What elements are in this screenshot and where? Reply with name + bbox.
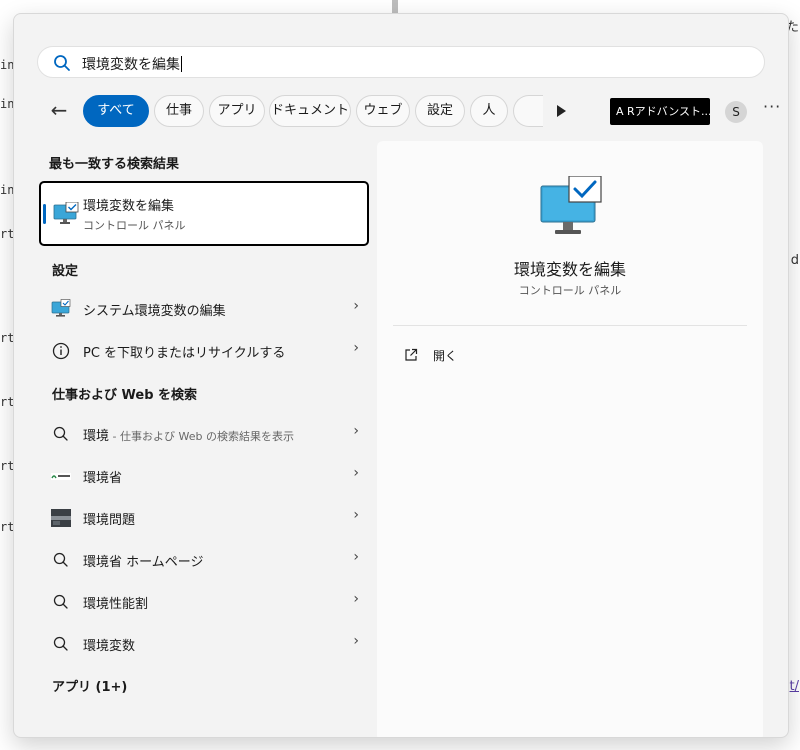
list-item[interactable]: 環境問題 › bbox=[39, 498, 369, 536]
filter-bar: ← すべて 仕事 アプリ ドキュメント ウェブ 設定 人 A Rアドバンスト..… bbox=[43, 95, 783, 127]
chevron-right-icon[interactable]: › bbox=[353, 549, 359, 565]
back-arrow-icon[interactable]: ← bbox=[43, 95, 75, 127]
chevron-right-icon[interactable]: › bbox=[353, 423, 359, 439]
search-box[interactable]: 環境変数を編集 bbox=[37, 46, 765, 78]
web-search-heading: 仕事および Web を検索 bbox=[52, 388, 198, 403]
apps-heading: アプリ (1+) bbox=[52, 680, 128, 695]
preview-pane: 環境変数を編集 コントロール パネル 開く bbox=[377, 141, 763, 737]
search-icon bbox=[53, 552, 68, 567]
tab-documents[interactable]: ドキュメント bbox=[269, 95, 351, 127]
preview-title: 環境変数を編集 bbox=[513, 260, 626, 279]
tab-settings[interactable]: 設定 bbox=[415, 95, 465, 127]
list-item[interactable]: 環境省 › bbox=[39, 456, 369, 494]
best-match-result[interactable]: 環境変数を編集 コントロール パネル bbox=[39, 181, 369, 246]
avatar[interactable]: S bbox=[725, 101, 747, 123]
list-item-label: 環境性能割 bbox=[83, 597, 149, 612]
preview-subtitle: コントロール パネル bbox=[518, 284, 622, 297]
open-label: 開く bbox=[433, 349, 458, 363]
list-item[interactable]: 環境変数 › bbox=[39, 624, 369, 662]
thumbnail-icon bbox=[51, 509, 71, 527]
list-item-label: PC を下取りまたはリサイクルする bbox=[83, 346, 286, 361]
tab-apps[interactable]: アプリ bbox=[209, 95, 265, 127]
best-match-title: 環境変数を編集 bbox=[83, 199, 175, 214]
tab-people[interactable]: 人 bbox=[470, 95, 508, 127]
list-item-label: 環境問題 bbox=[83, 513, 136, 528]
settings-heading: 設定 bbox=[52, 264, 79, 279]
tab-web[interactable]: ウェブ bbox=[356, 95, 410, 127]
control-panel-monitor-icon bbox=[540, 176, 602, 234]
tab-more-partial[interactable] bbox=[513, 95, 543, 127]
search-icon bbox=[54, 55, 70, 71]
list-item-label: 環境省 bbox=[83, 471, 123, 486]
list-item-sub: - 仕事および Web の検索結果を表示 bbox=[109, 430, 294, 443]
search-icon bbox=[53, 636, 68, 651]
chevron-right-icon[interactable]: › bbox=[353, 298, 359, 314]
monitor-icon bbox=[51, 299, 71, 317]
tab-work[interactable]: 仕事 bbox=[154, 95, 204, 127]
background-scrollbar bbox=[392, 0, 398, 14]
list-item-label: 環境変数 bbox=[83, 639, 136, 654]
selection-indicator bbox=[43, 204, 46, 224]
list-item[interactable]: 環境 - 仕事および Web の検索結果を表示 › bbox=[39, 414, 369, 452]
start-search-panel: 環境変数を編集 ← すべて 仕事 アプリ ドキュメント ウェブ 設定 人 A R… bbox=[13, 13, 789, 738]
search-icon bbox=[53, 594, 68, 609]
list-item[interactable]: 環境性能割 › bbox=[39, 582, 369, 620]
background-editor-left: in in in rt rt rt rt rt bbox=[0, 0, 14, 750]
list-item[interactable]: システム環境変数の編集 › bbox=[39, 289, 369, 327]
chevron-right-icon[interactable]: › bbox=[353, 507, 359, 523]
more-options-icon[interactable]: ··· bbox=[763, 97, 781, 116]
control-panel-monitor-icon bbox=[53, 202, 79, 224]
list-item-label: システム環境変数の編集 bbox=[83, 304, 226, 319]
info-icon bbox=[52, 342, 70, 360]
ministry-logo-icon bbox=[51, 473, 71, 480]
ar-banner[interactable]: A Rアドバンスト... bbox=[610, 98, 710, 125]
list-item-label: 環境 - 仕事および Web の検索結果を表示 bbox=[83, 429, 294, 444]
scroll-right-icon[interactable] bbox=[557, 105, 566, 117]
search-input[interactable]: 環境変数を編集 bbox=[82, 54, 182, 74]
chevron-right-icon[interactable]: › bbox=[353, 591, 359, 607]
divider bbox=[393, 325, 747, 326]
open-external-icon bbox=[405, 348, 418, 361]
list-item-label: 環境省 ホームページ bbox=[83, 555, 204, 570]
best-match-heading: 最も一致する検索結果 bbox=[49, 157, 180, 172]
chevron-right-icon[interactable]: › bbox=[353, 633, 359, 649]
chevron-right-icon[interactable]: › bbox=[353, 465, 359, 481]
best-match-subtitle: コントロール パネル bbox=[83, 219, 186, 232]
search-icon bbox=[53, 426, 68, 441]
text-caret bbox=[181, 56, 182, 72]
tab-all[interactable]: すべて bbox=[83, 95, 149, 127]
chevron-right-icon[interactable]: › bbox=[353, 340, 359, 356]
list-item[interactable]: PC を下取りまたはリサイクルする › bbox=[39, 331, 369, 369]
bg-link-text: t/ bbox=[789, 679, 799, 694]
bg-text: d bbox=[790, 253, 799, 268]
list-item[interactable]: 環境省 ホームページ › bbox=[39, 540, 369, 578]
